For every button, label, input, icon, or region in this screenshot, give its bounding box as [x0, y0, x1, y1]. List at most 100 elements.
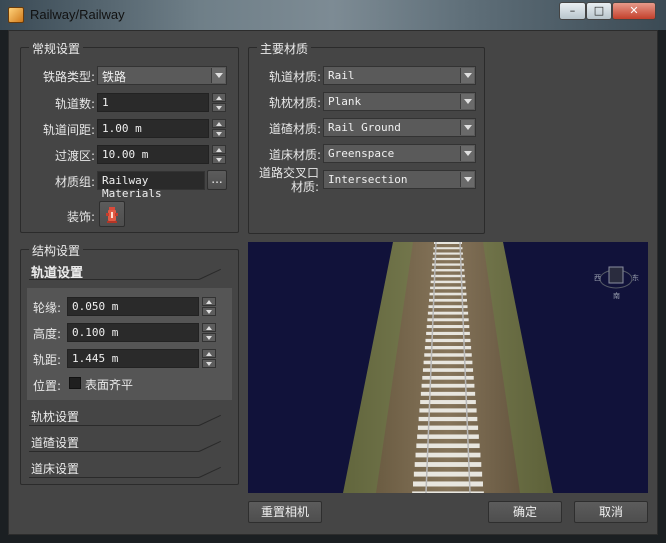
flush-surface-checkbox[interactable] [69, 377, 81, 389]
sleeper [418, 416, 478, 422]
intersection-material-value: Intersection [328, 173, 408, 186]
transition-field[interactable]: 10.00 m [97, 145, 209, 164]
ok-button[interactable]: 确定 [488, 501, 562, 523]
sleeper [415, 452, 481, 458]
general-settings-group: 常规设置 铁路类型: 铁路 轨道数: 1 轨道间距: 1.00 m 过渡区: 1… [20, 40, 239, 233]
rail-type-value: 铁路 [102, 70, 127, 84]
rollout-sleeper-settings[interactable]: 轨枕设置 [29, 406, 233, 428]
material-group-browse-button[interactable]: ... [207, 170, 227, 190]
spin-down-icon[interactable] [202, 307, 216, 316]
chevron-down-icon[interactable] [460, 120, 474, 135]
flange-field[interactable]: 0.050 m [67, 297, 199, 316]
sleeper [433, 252, 463, 255]
rollout-bed-settings-label: 道床设置 [31, 462, 80, 476]
spin-up-icon[interactable] [212, 119, 226, 128]
material-group-field[interactable]: Railway Materials [97, 171, 205, 200]
railway-preview [343, 242, 553, 493]
view-cube[interactable]: 西 东 南 [594, 261, 639, 300]
track-spacing-field[interactable]: 1.00 m [97, 119, 209, 138]
spin-down-icon[interactable] [212, 129, 226, 138]
sleeper [413, 471, 483, 477]
flange-label: 轮缘: [32, 301, 61, 315]
transition-value: 10.00 m [102, 148, 149, 161]
height-value: 0.100 m [72, 326, 119, 339]
sleeper [432, 257, 464, 261]
compass-west: 西 [594, 274, 601, 282]
spin-up-icon[interactable] [202, 349, 216, 358]
ballast-material-combo[interactable]: Rail Ground [323, 118, 476, 137]
chevron-down-icon[interactable] [460, 146, 474, 161]
maximize-button[interactable]: □ [586, 2, 612, 20]
rollout-ballast-settings[interactable]: 道碴设置 [29, 432, 233, 454]
sleeper [419, 408, 477, 413]
rail-type-combo[interactable]: 铁路 [97, 66, 227, 85]
compass-east: 东 [632, 274, 639, 282]
flush-surface-label: 表面齐平 [85, 378, 134, 392]
bed-material-label: 道床材质: [268, 148, 321, 162]
minimize-button[interactable]: – [559, 2, 586, 20]
rollout-sleeper-settings-label: 轨枕设置 [31, 410, 80, 424]
spin-down-icon[interactable] [202, 359, 216, 368]
track-spacing-value: 1.00 m [102, 122, 142, 135]
height-spinner[interactable]: 0.100 m [67, 323, 217, 342]
sleeper [430, 280, 466, 284]
structure-settings-group: 结构设置 轨道设置 轮缘: 0.050 m 高度: 0.100 m 轨距: 1.… [20, 242, 239, 485]
ballast-material-label: 道碴材质: [268, 122, 321, 136]
flange-spinner[interactable]: 0.050 m [67, 297, 217, 316]
spin-up-icon[interactable] [212, 145, 226, 154]
chevron-down-icon[interactable] [211, 68, 225, 83]
spin-up-icon[interactable] [212, 93, 226, 102]
hydrant-icon [106, 207, 118, 223]
spin-down-icon[interactable] [202, 333, 216, 342]
bed-material-combo[interactable]: Greenspace [323, 144, 476, 163]
preview-viewport[interactable]: 西 东 南 [248, 242, 648, 493]
main-materials-title: 主要材质 [257, 40, 312, 57]
sleeper [429, 292, 467, 296]
chevron-down-icon[interactable] [460, 68, 474, 83]
height-field[interactable]: 0.100 m [67, 323, 199, 342]
track-spacing-label: 轨道间距: [42, 123, 95, 137]
material-group-label: 材质组: [54, 175, 95, 189]
rail-type-label: 铁路类型: [42, 70, 95, 84]
sleeper [431, 269, 465, 272]
sleeper [428, 305, 468, 309]
track-spacing-spinner[interactable]: 1.00 m [97, 119, 227, 138]
close-button[interactable]: ✕ [612, 2, 656, 20]
ballast-material-value: Rail Ground [328, 121, 401, 134]
sleeper-material-value: Plank [328, 95, 362, 108]
sleeper-material-combo[interactable]: Plank [323, 92, 476, 111]
bed-material-value: Greenspace [328, 147, 395, 160]
spin-up-icon[interactable] [202, 323, 216, 332]
reset-camera-button[interactable]: 重置相机 [248, 501, 322, 523]
sleeper [432, 263, 464, 266]
cancel-button[interactable]: 取消 [574, 501, 648, 523]
general-settings-title: 常规设置 [29, 40, 84, 57]
spin-down-icon[interactable] [212, 103, 226, 112]
sleeper [434, 242, 462, 244]
track-count-spinner[interactable]: 1 [97, 93, 227, 112]
rollout-track-settings[interactable]: 轨道设置 [29, 260, 233, 282]
chevron-down-icon[interactable] [460, 94, 474, 109]
decoration-label: 装饰: [66, 210, 95, 224]
sleeper [414, 462, 482, 467]
chevron-down-icon[interactable] [460, 172, 474, 187]
track-count-field[interactable]: 1 [97, 93, 209, 112]
sleeper [412, 491, 484, 493]
intersection-material-label: 道路交叉口材质: [258, 166, 319, 194]
main-materials-group: 主要材质 轨道材质: Rail 轨枕材质: Plank 道碴材质: Rail G… [248, 40, 485, 234]
rail-material-combo[interactable]: Rail [323, 66, 476, 85]
track-settings-panel: 轮缘: 0.050 m 高度: 0.100 m 轨距: 1.445 m 位置: … [27, 288, 232, 400]
spin-up-icon[interactable] [202, 297, 216, 306]
gauge-spinner[interactable]: 1.445 m [67, 349, 217, 368]
spin-down-icon[interactable] [212, 155, 226, 164]
intersection-material-combo[interactable]: Intersection [323, 170, 476, 189]
rail-material-label: 轨道材质: [268, 70, 321, 84]
structure-settings-title: 结构设置 [29, 242, 84, 259]
material-group-value: Railway Materials [102, 174, 162, 200]
gauge-field[interactable]: 1.445 m [67, 349, 199, 368]
rollout-ballast-settings-label: 道碴设置 [31, 436, 80, 450]
transition-spinner[interactable]: 10.00 m [97, 145, 227, 164]
decoration-button[interactable] [99, 201, 125, 227]
rollout-bed-settings[interactable]: 道床设置 [29, 458, 233, 480]
title-bar: Railway/Railway – □ ✕ [0, 0, 666, 30]
